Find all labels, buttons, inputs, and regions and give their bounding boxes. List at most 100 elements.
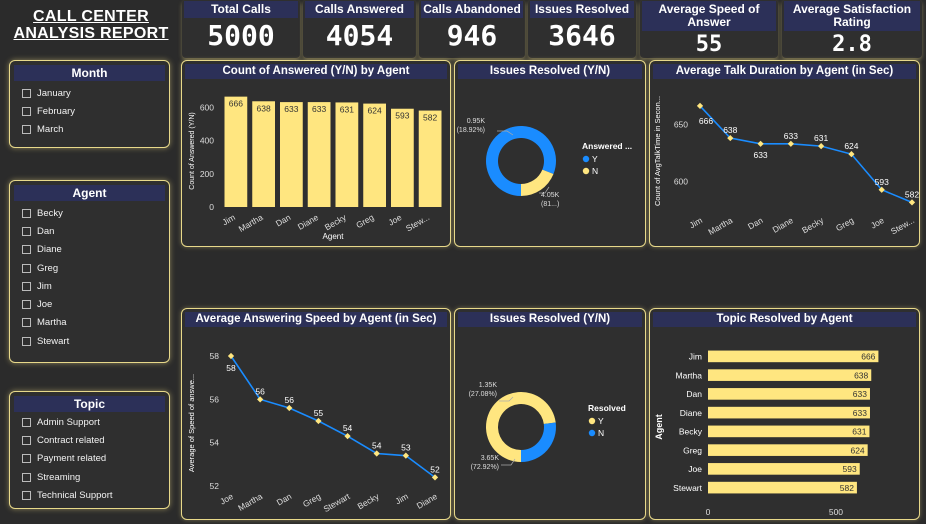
data-label: 582: [905, 189, 919, 199]
x-tick-label: Stew...: [404, 212, 431, 233]
option-label: Admin Support: [37, 416, 100, 428]
kpi-calls-answered: Calls Answered 4054: [303, 0, 416, 58]
month-option-february[interactable]: February: [10, 102, 169, 120]
x-tick-label: Joe: [869, 215, 886, 231]
report-title-line2: ANALYSIS REPORT: [13, 25, 169, 42]
y-tick-label: Greg: [683, 445, 702, 455]
y-tick-label: 600: [674, 177, 688, 187]
chart-title: Average Answering Speed by Agent (in Sec…: [185, 312, 447, 327]
data-label: 638: [723, 125, 737, 135]
topic-option-admin-support[interactable]: Admin Support: [10, 413, 169, 431]
x-tick-label: Jim: [393, 491, 409, 506]
y-tick-label: Jim: [689, 352, 702, 362]
data-label: 633: [753, 150, 767, 160]
checkbox[interactable]: [22, 300, 31, 310]
kpi-label: Total Calls: [184, 1, 298, 18]
option-label: January: [37, 87, 71, 99]
x-tick-label: Diane: [415, 491, 439, 511]
bar: [390, 108, 414, 207]
option-label: Contract related: [37, 434, 105, 446]
data-label: 631: [814, 133, 828, 143]
data-label: 666: [861, 352, 875, 362]
issues-resolved-card: Issues Resolved (Y/N) 1.35K (27.08%) 3.65K…: [454, 308, 646, 520]
month-option-january[interactable]: January: [10, 84, 169, 102]
x-tick-label: Stew...: [889, 215, 916, 236]
checkbox[interactable]: [22, 318, 31, 328]
data-label: 52: [430, 464, 440, 474]
kpi-issues-resolved: Issues Resolved 3646: [528, 0, 636, 58]
option-label: Greg: [37, 262, 59, 274]
agent-option-martha[interactable]: Martha: [10, 314, 169, 332]
bar: [708, 425, 870, 438]
y-axis-title: Average of Speed of answe...: [187, 374, 196, 472]
option-label: March: [37, 124, 64, 136]
kpi-value: 4054: [325, 19, 394, 52]
checkbox[interactable]: [22, 281, 31, 291]
checkbox[interactable]: [22, 125, 31, 135]
data-label: 54: [372, 441, 382, 451]
agent-option-diane[interactable]: Diane: [10, 241, 169, 259]
slice-pct-label: (72.92%): [471, 464, 499, 471]
checkbox[interactable]: [22, 336, 31, 346]
topic-option-technical-support[interactable]: Technical Support: [10, 486, 169, 504]
answer-speed-card: Average Answering Speed by Agent (in Sec…: [181, 308, 451, 520]
option-label: Stewart: [37, 335, 70, 347]
agent-option-joe[interactable]: Joe: [10, 295, 169, 313]
checkbox[interactable]: [22, 208, 31, 218]
data-point: [818, 142, 825, 150]
option-label: Technical Support: [37, 489, 113, 501]
kpi-value: 55: [695, 32, 723, 57]
checkbox[interactable]: [22, 472, 31, 482]
agent-option-becky[interactable]: Becky: [10, 204, 169, 222]
data-label: 638: [854, 370, 868, 380]
x-tick-label: Diane: [771, 215, 795, 235]
checkbox[interactable]: [22, 454, 31, 464]
y-tick-label: 0: [209, 202, 214, 212]
data-label: 631: [852, 427, 866, 437]
y-axis-title: Count of Answered (Y/N): [189, 112, 196, 189]
talk-duration-chart: 600 650 666 Jim 638 Martha 633 Dan 633 Diane 631 Be…: [653, 96, 919, 237]
y-tick-label: Dan: [686, 389, 702, 399]
talk-duration-card: Average Talk Duration by Agent (in Sec) …: [649, 60, 920, 247]
legend-marker: [582, 155, 590, 163]
checkbox[interactable]: [22, 88, 31, 98]
checkbox[interactable]: [22, 490, 31, 500]
data-label: 56: [255, 386, 265, 396]
x-tick-label: Martha: [236, 491, 264, 513]
bar: [418, 110, 442, 207]
checkbox[interactable]: [22, 226, 31, 236]
y-tick-label: 52: [210, 481, 220, 491]
checkbox[interactable]: [22, 435, 31, 445]
checkbox[interactable]: [22, 417, 31, 427]
agent-slicer: Agent Becky Dan Diane Greg Jim Joe Martha Stewa…: [9, 180, 170, 363]
y-tick-label: Joe: [688, 464, 702, 474]
topic-option-payment-related[interactable]: Payment related: [10, 450, 169, 468]
bar: [708, 350, 879, 363]
agent-option-stewart[interactable]: Stewart: [10, 332, 169, 350]
agent-option-greg[interactable]: Greg: [10, 259, 169, 277]
option-label: February: [37, 105, 76, 117]
data-point: [787, 140, 794, 147]
agent-option-dan[interactable]: Dan: [10, 222, 169, 240]
x-tick-label: Greg: [354, 212, 376, 230]
x-tick-label: Greg: [834, 215, 856, 233]
checkbox[interactable]: [22, 263, 31, 273]
x-tick-label: Diane: [296, 212, 320, 232]
legend-marker: [588, 429, 596, 437]
x-tick-label: Greg: [301, 491, 323, 509]
bar: [708, 369, 872, 381]
month-option-march[interactable]: March: [10, 121, 169, 139]
series-line: [699, 105, 913, 204]
agent-option-jim[interactable]: Jim: [10, 277, 169, 295]
topic-slicer-list: Admin Support Contract related Payment rel…: [10, 412, 169, 504]
data-label: 593: [395, 111, 409, 121]
checkbox[interactable]: [22, 245, 31, 255]
topic-option-streaming[interactable]: Streaming: [10, 468, 169, 486]
topic-option-contract-related[interactable]: Contract related: [10, 431, 169, 449]
data-label: 54: [343, 423, 353, 433]
x-tick-label: Dan: [274, 212, 293, 229]
answered-by-agent-chart: 0 200 400 600 666 Jim 638 Martha 633 Dan 633 Diane 6…: [189, 96, 442, 241]
legend-marker: [582, 167, 590, 175]
checkbox[interactable]: [22, 106, 31, 116]
chart-title: Average Talk Duration by Agent (in Sec): [653, 64, 916, 79]
